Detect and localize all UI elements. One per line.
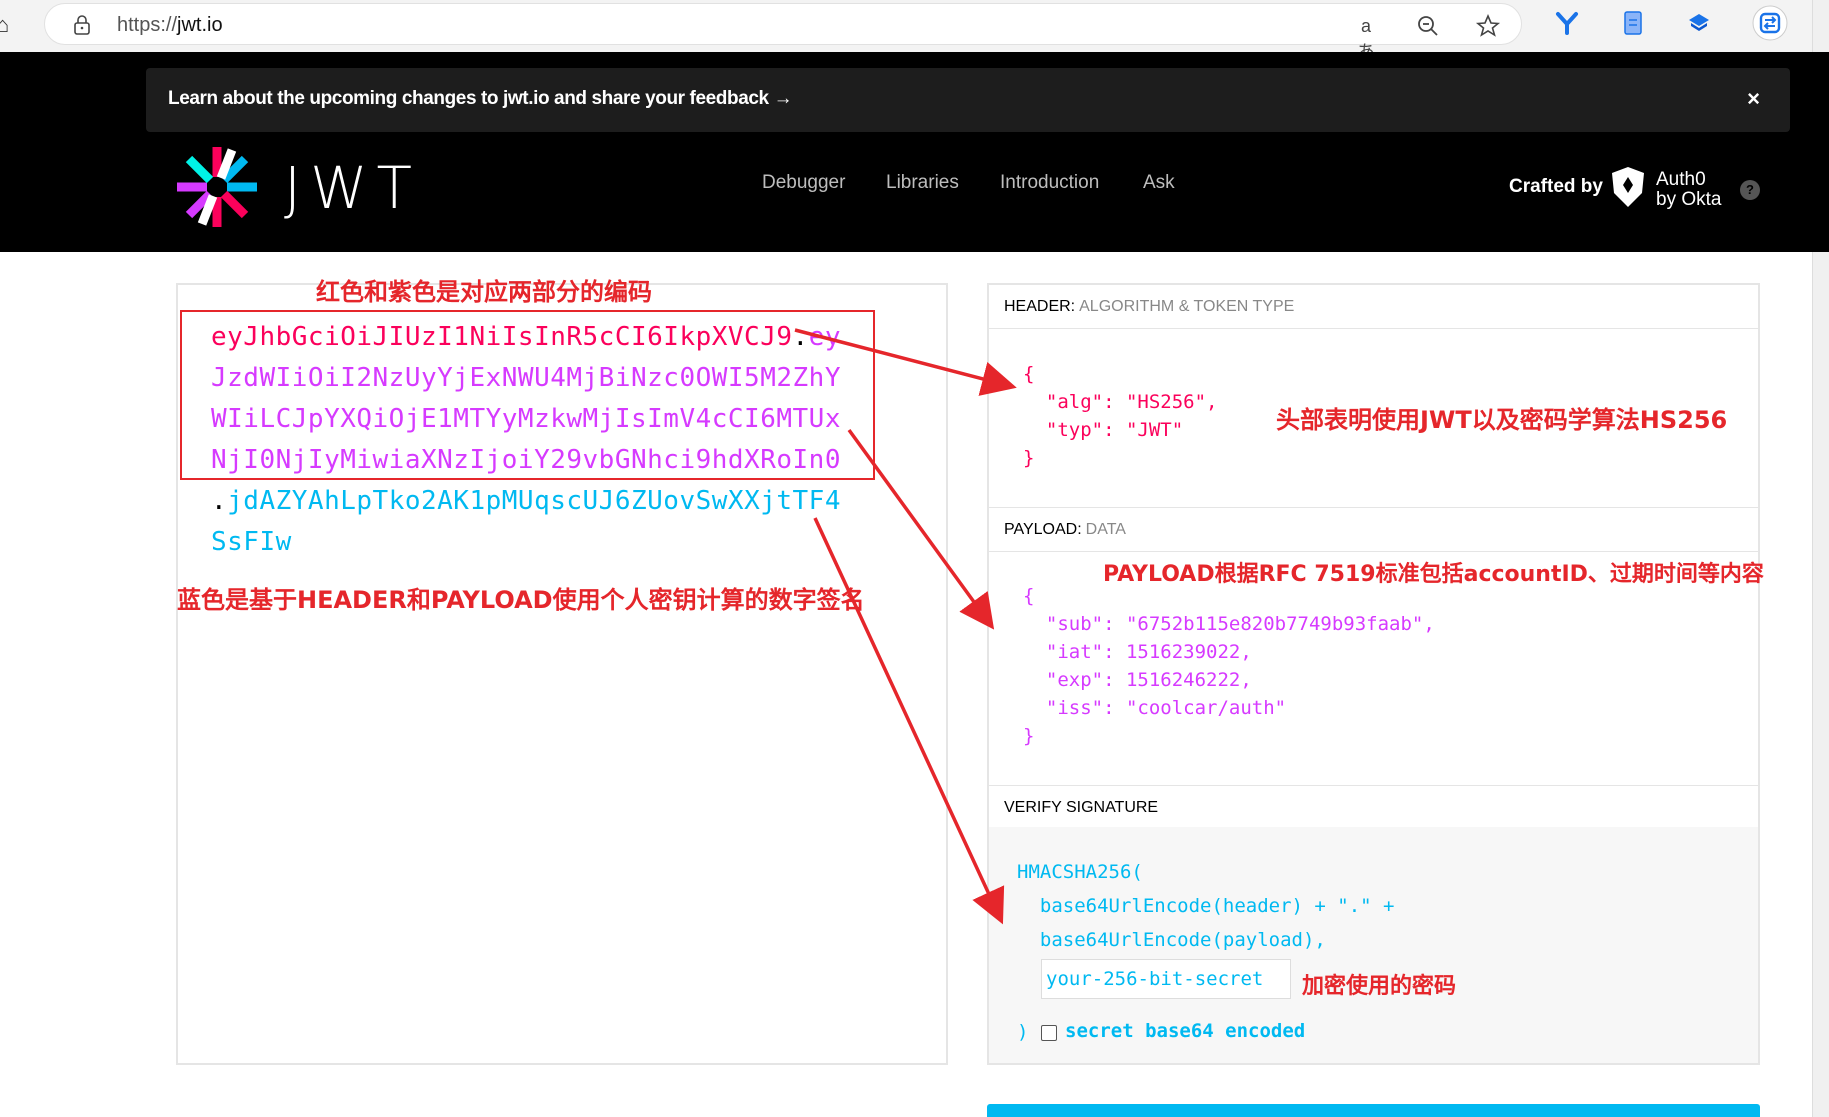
annotation-payload: PAYLOAD根据RFC 7519标准包括accountID、过期时间等内容 — [1103, 562, 1764, 587]
crafted-by-label: Crafted by — [1509, 176, 1603, 197]
nav-introduction[interactable]: Introduction — [1000, 172, 1099, 194]
verify-signature-area: HMACSHA256( base64UrlEncode(header) + ".… — [989, 827, 1758, 1063]
header-json-line[interactable]: } — [1023, 447, 1034, 469]
token-signature-part[interactable]: SsFIw — [211, 527, 292, 557]
header-json-line[interactable]: { — [1023, 363, 1034, 385]
url-scheme: https:// — [117, 14, 178, 36]
feedback-banner[interactable]: Learn about the upcoming changes to jwt.… — [146, 68, 1790, 132]
payload-json-line[interactable]: "sub": "6752b115e820b7749b93faab", — [1023, 613, 1435, 635]
header-json-line[interactable]: "alg": "HS256", — [1023, 391, 1218, 413]
payload-json-line[interactable]: } — [1023, 725, 1034, 747]
nav-ask[interactable]: Ask — [1143, 172, 1175, 194]
token-payload-part: ey — [808, 322, 841, 352]
header-json-line[interactable]: "typ": "JWT" — [1023, 419, 1183, 441]
help-icon[interactable]: ? — [1740, 180, 1760, 200]
jwt-logo-icon[interactable] — [174, 144, 260, 230]
auth0-shield-icon[interactable] — [1609, 165, 1647, 209]
extension-icon[interactable] — [1554, 10, 1580, 36]
verify-close-paren: ) — [1017, 1021, 1029, 1043]
zoom-icon[interactable] — [1415, 13, 1441, 39]
read-aloud-icon[interactable]: aあ — [1353, 13, 1379, 62]
verify-line: base64UrlEncode(header) + "." + — [1017, 895, 1395, 917]
token-header-part: eyJhbGciOiJIUzI1NiIsInR5cCI6IkpXVCJ9 — [211, 322, 793, 352]
token-line-5[interactable]: .jdAZYAhLpTko2AK1pMUqscUJ6ZUovSwXXjtTF4 — [211, 486, 841, 516]
token-payload-part[interactable]: WIiLCJpYXQiOjE1MTYyMzkwMjIsImV4cCI6MTUx — [211, 404, 841, 434]
address-bar[interactable]: https://jwt.io aあ — [44, 3, 1522, 62]
url-host: jwt.io — [177, 14, 223, 36]
close-icon[interactable]: × — [1747, 86, 1760, 112]
sync-icon[interactable] — [1752, 5, 1788, 41]
nav-debugger[interactable]: Debugger — [762, 172, 845, 194]
url-text[interactable]: https://jwt.io — [117, 14, 223, 37]
auth0-brand[interactable]: Auth0 by Okta — [1656, 170, 1721, 210]
base64-checkbox-label[interactable]: secret base64 encoded — [1065, 1020, 1305, 1042]
banner-text[interactable]: Learn about the upcoming changes to jwt.… — [168, 88, 793, 110]
shield-extension-icon[interactable] — [1686, 10, 1712, 36]
secret-input[interactable] — [1041, 959, 1291, 999]
site-header: Learn about the upcoming changes to jwt.… — [0, 52, 1829, 252]
nav-libraries[interactable]: Libraries — [886, 172, 959, 194]
annotation-header: 头部表明使用JWT以及密码学算法HS256 — [1276, 406, 1728, 434]
annotation-signature: 蓝色是基于HEADER和PAYLOAD使用个人密钥计算的数字签名 — [177, 586, 865, 614]
header-section-title: HEADER: ALGORITHM & TOKEN TYPE — [989, 285, 1758, 329]
payload-json-line[interactable]: "iss": "coolcar/auth" — [1023, 697, 1286, 719]
header-subtitle: ALGORITHM & TOKEN TYPE — [1079, 298, 1295, 315]
home-icon[interactable]: ⌂ — [0, 12, 9, 38]
auth0-line2: by Okta — [1656, 189, 1722, 210]
payload-json-line[interactable]: { — [1023, 585, 1034, 607]
browser-toolbar: ⌂ https://jwt.io aあ — [0, 0, 1829, 62]
token-line-1[interactable]: eyJhbGciOiJIUzI1NiIsInR5cCI6IkpXVCJ9.ey — [211, 322, 841, 352]
favorite-star-icon[interactable] — [1475, 13, 1501, 39]
token-payload-part[interactable]: NjI0NjIyMiwiaXNzIjoiY29vbGNhci9hdXRoIn0 — [211, 445, 841, 475]
payload-json-line[interactable]: "exp": 1516246222, — [1023, 669, 1252, 691]
verify-line: HMACSHA256( — [1017, 861, 1143, 883]
document-icon[interactable] — [1620, 10, 1646, 36]
payload-title: PAYLOAD: — [1004, 521, 1082, 538]
bottom-accent-bar — [987, 1104, 1760, 1117]
annotation-top: 红色和紫色是对应两部分的编码 — [316, 278, 652, 306]
jwt-logo-text[interactable]: JWT — [284, 154, 421, 222]
lock-icon[interactable] — [73, 15, 91, 35]
payload-subtitle: DATA — [1085, 521, 1126, 538]
token-signature-part: jdAZYAhLpTko2AK1pMUqscUJ6ZUovSwXXjtTF4 — [227, 486, 841, 516]
annotation-secret: 加密使用的密码 — [1302, 974, 1457, 999]
token-dot: . — [792, 322, 809, 352]
payload-section-title: PAYLOAD: DATA — [989, 508, 1758, 552]
verify-section-title: VERIFY SIGNATURE — [989, 786, 1758, 830]
payload-json-line[interactable]: "iat": 1516239022, — [1023, 641, 1252, 663]
header-title: HEADER: — [1004, 298, 1076, 315]
verify-line: base64UrlEncode(payload), — [1017, 929, 1326, 951]
auth0-line1: Auth0 — [1656, 169, 1706, 190]
base64-checkbox[interactable] — [1041, 1025, 1057, 1041]
token-payload-part[interactable]: JzdWIiOiI2NzUyYjExNWU4MjBiNzc0OWI5M2ZhY — [211, 363, 841, 393]
token-dot: . — [211, 486, 228, 516]
